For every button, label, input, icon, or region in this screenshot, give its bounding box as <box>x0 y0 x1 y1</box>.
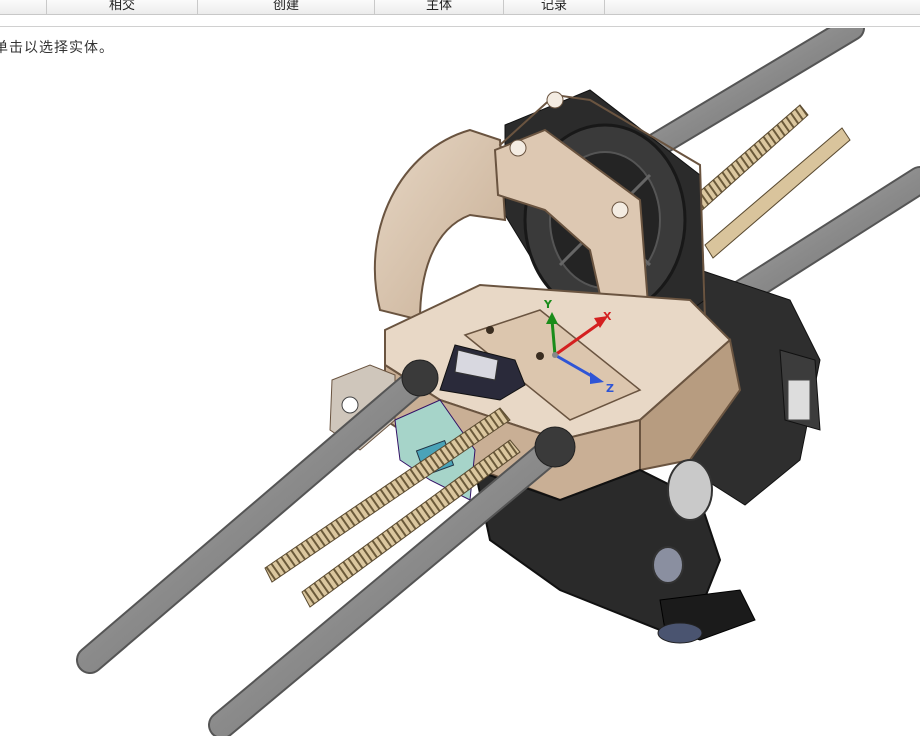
tab-body[interactable]: 主体 <box>375 0 503 14</box>
rod-upper-back[interactable] <box>627 28 865 168</box>
thumb-screw[interactable] <box>657 622 703 644</box>
triad-z-label: Z <box>606 382 614 395</box>
motor-connector <box>787 379 811 421</box>
tab-intersect[interactable]: 相交 <box>47 0 197 14</box>
idler-knob[interactable] <box>652 546 684 584</box>
toolbar-divider <box>0 26 920 27</box>
rod-upper-front[interactable] <box>76 359 439 674</box>
drive-gear <box>667 459 713 521</box>
tab-record[interactable]: 记录 <box>504 0 604 14</box>
triad-x-label: X <box>603 310 612 323</box>
toolbar-separator <box>604 0 605 14</box>
command-toolbar: 相交 创建 主体 记录 <box>0 0 920 15</box>
model-viewport[interactable]: Y X Z <box>0 28 920 736</box>
tab-create[interactable]: 创建 <box>198 0 374 14</box>
triad-y-label: Y <box>543 298 553 311</box>
